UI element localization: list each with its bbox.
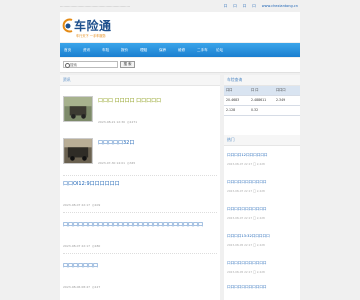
article-title[interactable]: 口口口口口口口 (63, 262, 98, 269)
divider (63, 212, 217, 213)
article-meta: 2023-08-21 12:30 ◎1271 (98, 120, 138, 124)
hot-item-title[interactable]: 口口口口口口口口口口口 (227, 261, 297, 266)
hot-item-title[interactable]: 口口口口口口口口口口口 (227, 285, 297, 290)
main-nav: 首页 资讯 车险 报价 理赔 保养 维修 二手车 论坛 (60, 43, 300, 57)
search-button[interactable]: 搜 索 (120, 61, 135, 68)
site-url-link[interactable]: www.chexiantong.cn (262, 4, 298, 9)
article-item[interactable]: 口口口口口口口 2023-08-06 08:47 ◎127 (63, 262, 217, 292)
article-item[interactable]: 口口口口口口口口口口口口口口口口口口口口口口口口口口口口 2023-08-07 … (63, 221, 217, 251)
hot-item[interactable]: 口口口口口口口口口口口 2023-08-05 22:17 口 2,228 (227, 261, 297, 274)
table-cell: 2.349 (276, 98, 286, 102)
nav-item-claims[interactable]: 理赔 (140, 48, 159, 53)
nav-item-news[interactable]: 资讯 (83, 48, 102, 53)
table-cell: 0.32 (251, 108, 259, 112)
divider (63, 175, 217, 176)
top-link-4[interactable]: 口 (252, 4, 256, 9)
article-views: 345 (129, 161, 136, 165)
top-link-3[interactable]: 口 (243, 4, 247, 9)
article-meta: 2023-08-07 22:17 ◎180 (63, 244, 101, 248)
hot-item-title[interactable]: 口口口口口口口口口口口 (227, 180, 297, 185)
site-logo[interactable]: 车险通 车行天下 一手车服务 (62, 16, 122, 40)
table-row: 2.128 0.32 (224, 106, 300, 116)
hot-item-meta: 2023-08-05 22:17 口 2,228 (227, 270, 265, 274)
article-item[interactable]: 口口OI12:9口口口口口口 2023-08-07 22:17 ◎109 (63, 180, 217, 210)
article-date: 2023-08-21 12:30 (98, 120, 126, 124)
article-title[interactable]: 口口口口口32口 (98, 139, 134, 146)
top-bar: …………………………………………………… 口 口 口 口 www.chexian… (60, 2, 300, 10)
table-header-row: 口口 口 口 口口口 (224, 86, 300, 96)
site-header: 车险通 车行天下 一手车服务 (60, 12, 300, 42)
article-date: 2023-08-07 22:17 (63, 203, 91, 207)
top-bar-text: …………………………………………………… (60, 4, 130, 8)
nav-item-used-car[interactable]: 二手车 (197, 48, 216, 53)
nav-item-insurance[interactable]: 车险 (102, 48, 121, 53)
article-item[interactable]: 口口口 口口口口 口口口口口 2023-08-21 12:30 ◎1271 (63, 96, 217, 128)
hot-item-meta: 2023-08-07 22:17 口 2,228 (227, 162, 265, 166)
table-cell: 2.128 (226, 108, 236, 112)
article-thumbnail[interactable] (63, 96, 93, 122)
top-links: 口 口 口 口 www.chexiantong.cn (224, 4, 298, 9)
nav-item-forum[interactable]: 论坛 (216, 48, 235, 53)
article-item[interactable]: 口口口口口32口 2023-07-30 14:01 ◎345 (63, 138, 217, 170)
nav-item-home[interactable]: 首页 (64, 48, 83, 53)
nav-item-maintenance[interactable]: 保养 (159, 48, 178, 53)
search-input[interactable] (70, 62, 116, 68)
article-thumbnail[interactable] (63, 138, 93, 164)
article-meta: 2023-08-06 08:47 ◎127 (63, 285, 101, 289)
nav-item-quote[interactable]: 报价 (121, 48, 140, 53)
hot-item[interactable]: 口口口口12口口口口口口 2023-08-07 22:17 口 2,228 (227, 153, 297, 166)
hot-item-title[interactable]: 口口口口口口口口口口口 (227, 207, 297, 212)
hot-list: 热门 口口口口12口口口口口口 2023-08-07 22:17 口 2,228… (224, 135, 300, 289)
news-list-panel: 资讯 口口口 口口口口 口口口口口 2023-08-21 12:30 ◎1271… (60, 75, 220, 300)
top-link-1[interactable]: 口 (224, 4, 228, 9)
sidebar: 车险查询 口口 口 口 口口口 20.4683 2.488611 2.349 2… (224, 75, 300, 300)
article-title[interactable]: 口口口口口口口口口口口口口口口口口口口口口口口口口口口口 (63, 221, 203, 228)
hot-section-title: 热门 (224, 135, 300, 146)
data-table: 口口 口 口 口口口 20.4683 2.488611 2.349 2.128 … (224, 86, 300, 116)
article-meta: 2023-07-30 14:01 ◎345 (98, 161, 136, 165)
nav-item-repair[interactable]: 维修 (178, 48, 197, 53)
section-title: 资讯 (60, 75, 220, 86)
table-header: 口 口 (251, 88, 259, 92)
search-box (63, 61, 118, 68)
hot-item-meta: 2023-08-07 22:17 口 2,228 (227, 189, 265, 193)
table-cell: 2.488611 (251, 98, 267, 102)
hot-item-title[interactable]: 口口口口12口口口口口口 (227, 153, 297, 158)
hot-item[interactable]: 口口口口口口口口口口口 2023-08-07 22:17 口 2,228 (227, 180, 297, 193)
logo-icon (62, 18, 73, 33)
hot-item-meta: 2023-08-05 22:17 口 2,228 (227, 243, 265, 247)
article-date: 2023-07-30 14:01 (98, 161, 126, 165)
hot-item[interactable]: 口口口口口口口口口口口 (227, 285, 297, 290)
table-header: 口口 (226, 88, 233, 92)
hot-item-meta: 2023-08-07 22:17 口 2,228 (227, 216, 265, 220)
logo-name: 车险通 (74, 19, 112, 33)
hot-item[interactable]: 口口口口口口口口口口口 2023-08-07 22:17 口 2,228 (227, 207, 297, 220)
article-title[interactable]: 口口口 口口口口 口口口口口 (98, 97, 161, 104)
hot-item[interactable]: 口口口口13:32口口口口口 2023-08-05 22:17 口 2,228 (227, 234, 297, 247)
sidebar-table-title: 车险查询 (224, 75, 300, 86)
article-date: 2023-08-07 22:17 (63, 244, 91, 248)
table-row: 20.4683 2.488611 2.349 (224, 96, 300, 106)
table-cell: 20.4683 (226, 98, 240, 102)
article-views: 180 (94, 244, 101, 248)
table-header: 口口口 (276, 88, 286, 92)
article-meta: 2023-08-07 22:17 ◎109 (63, 203, 101, 207)
divider (63, 253, 217, 254)
top-link-2[interactable]: 口 (233, 4, 237, 9)
hot-item-title[interactable]: 口口口口13:32口口口口口 (227, 234, 297, 239)
article-views: 1271 (129, 120, 138, 124)
article-title[interactable]: 口口OI12:9口口口口口口 (63, 180, 120, 187)
article-date: 2023-08-06 08:47 (63, 285, 91, 289)
article-views: 127 (94, 285, 101, 289)
search-bar: 搜 索 (60, 58, 300, 73)
table-cell (274, 106, 299, 115)
logo-slogan: 车行天下 一手车服务 (76, 34, 106, 38)
article-views: 109 (94, 203, 101, 207)
